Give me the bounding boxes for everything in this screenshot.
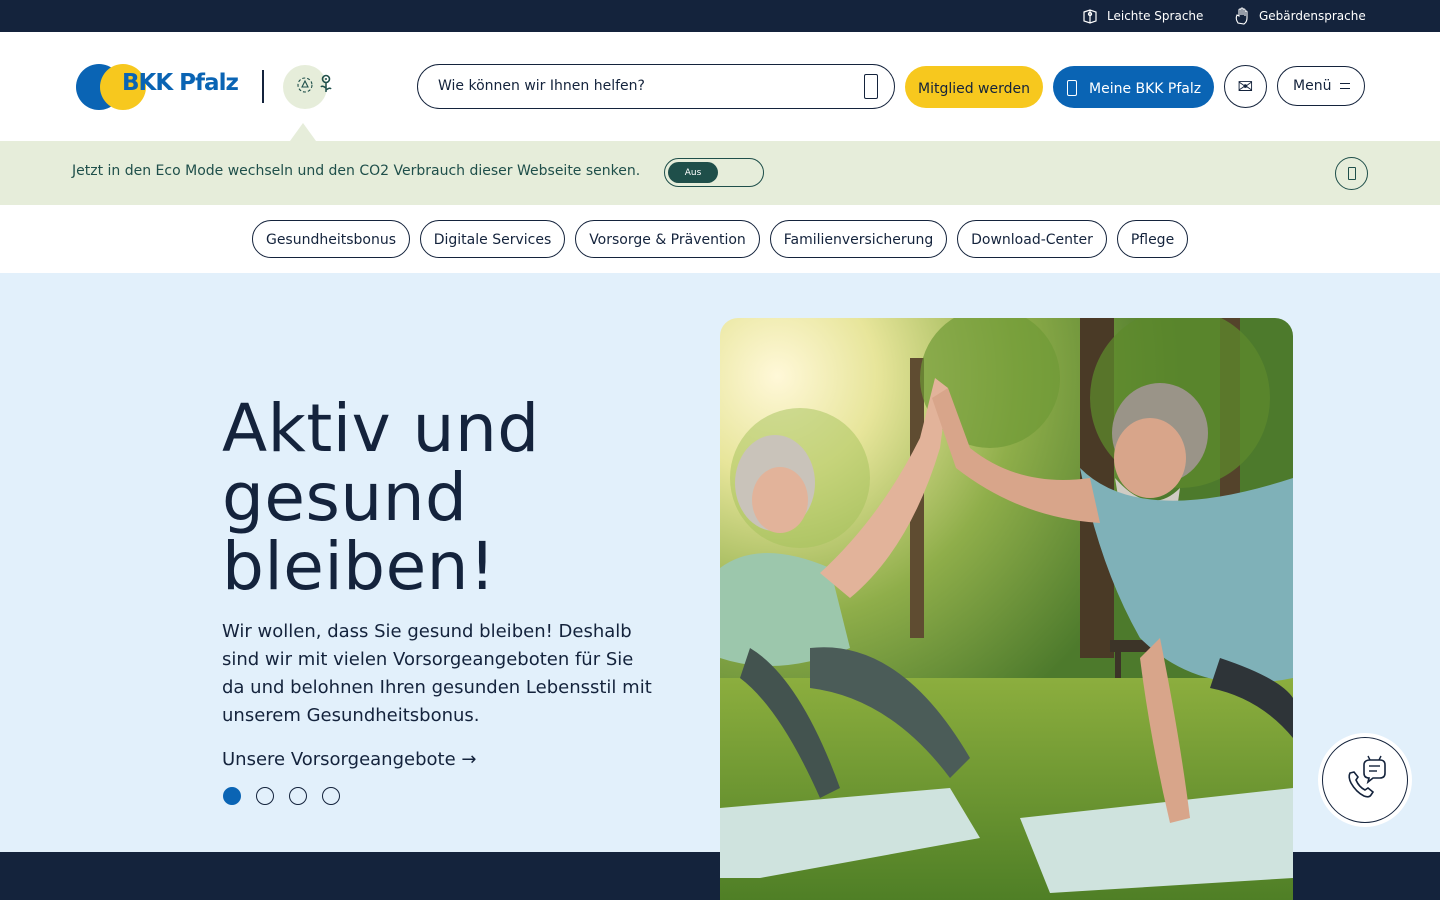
gebaerdensprache-link[interactable]: Gebärdensprache <box>1234 0 1366 32</box>
slide-dot-4[interactable] <box>322 787 340 805</box>
eco-mode-text: Jetzt in den Eco Mode wechseln und den C… <box>72 163 641 179</box>
eco-toggle-knob: Aus <box>668 162 718 183</box>
hand-icon <box>1234 7 1250 25</box>
leichte-sprache-label: Leichte Sprache <box>1107 9 1204 23</box>
mail-button[interactable]: ✉ <box>1224 65 1267 108</box>
book-icon <box>1082 8 1098 24</box>
contact-chat-button[interactable] <box>1322 737 1408 823</box>
mail-icon: ✉ <box>1237 75 1254 98</box>
utility-bar: Leichte Sprache Gebärdensprache <box>0 0 1440 32</box>
bkk-pfalz-logo[interactable]: BKK Pfalz <box>76 64 244 110</box>
eco-pointer <box>290 123 316 141</box>
hero-image <box>720 318 1293 900</box>
logo-divider <box>262 70 264 103</box>
search-input[interactable] <box>438 65 848 107</box>
chip-vorsorge-praevention[interactable]: Vorsorge & Prävention <box>575 220 760 258</box>
chip-familienversicherung[interactable]: Familienversicherung <box>770 220 947 258</box>
meine-bkk-label: Meine BKK Pfalz <box>1089 80 1202 97</box>
chip-gesundheitsbonus[interactable]: Gesundheitsbonus <box>252 220 410 258</box>
slide-dot-1[interactable] <box>223 787 241 805</box>
eco-mode-banner: Jetzt in den Eco Mode wechseln und den C… <box>0 141 1440 205</box>
recycle-icon <box>295 75 315 99</box>
search-box <box>417 64 895 109</box>
quick-nav: Gesundheitsbonus Digitale Services Vorso… <box>0 205 1440 273</box>
menu-button[interactable]: Menü <box>1277 66 1365 106</box>
close-icon <box>1347 167 1356 180</box>
logo-wordmark: BKK Pfalz <box>122 70 239 96</box>
chip-pflege[interactable]: Pflege <box>1117 220 1188 258</box>
gebaerdensprache-label: Gebärdensprache <box>1259 9 1366 23</box>
hero-text: Wir wollen, dass Sie gesund bleiben! Des… <box>222 621 652 726</box>
chip-download-center[interactable]: Download-Center <box>957 220 1107 258</box>
eco-mode-toggle[interactable]: Aus <box>664 158 764 187</box>
chip-digitale-services[interactable]: Digitale Services <box>420 220 565 258</box>
meine-bkk-button[interactable]: Meine BKK Pfalz <box>1053 66 1214 108</box>
slide-dot-2[interactable] <box>256 787 274 805</box>
eco-banner-close-button[interactable] <box>1335 157 1368 190</box>
hero-title: Aktiv und gesund bleiben! <box>222 390 540 605</box>
leichte-sprache-link[interactable]: Leichte Sprache <box>1082 0 1203 32</box>
plant-icon <box>318 74 334 98</box>
menu-label: Menü <box>1293 78 1332 94</box>
mitglied-werden-button[interactable]: Mitglied werden <box>905 66 1043 108</box>
hamburger-icon <box>1340 83 1351 89</box>
hero-cta-link[interactable]: Unsere Vorsorgeangebote → <box>222 749 476 770</box>
search-icon[interactable] <box>864 74 878 99</box>
site-header: BKK Pfalz Mitglied werden Meine BKK Pfal… <box>0 32 1440 141</box>
phone-chat-icon <box>1342 755 1388 805</box>
phone-icon <box>1067 79 1077 96</box>
slide-dot-3[interactable] <box>289 787 307 805</box>
